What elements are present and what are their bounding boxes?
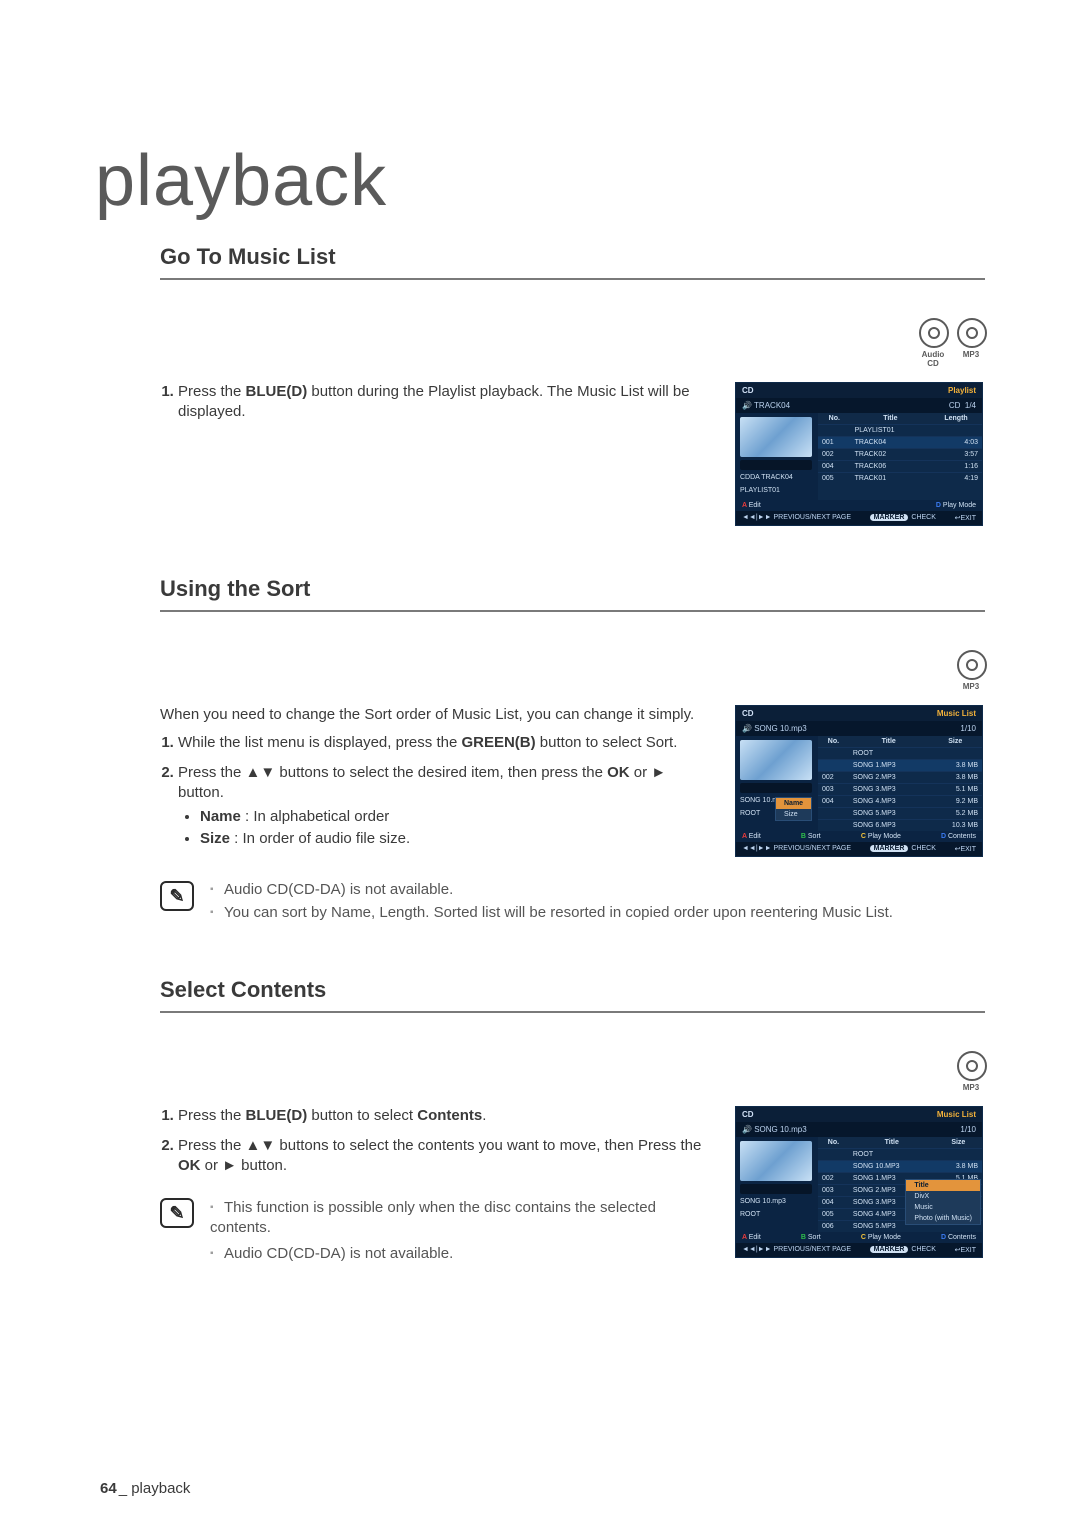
ui-exit: ↩EXIT <box>955 1246 976 1254</box>
disc-badge-audio-cd: Audio CD <box>919 318 947 368</box>
table-row: 001TRACK044:03 <box>818 437 982 449</box>
step-item: Press the ▲▼ buttons to select the conte… <box>178 1136 707 1176</box>
table-row: SONG 10.MP33.8 MB <box>818 1161 982 1173</box>
ui-foot-sort: Sort <box>801 833 821 840</box>
ui-contents-popup: Title DivX Music Photo (with Music) <box>905 1179 981 1225</box>
ui-counter: 1/10 <box>960 1125 976 1134</box>
heading-using-the-sort: Using the Sort <box>160 576 985 612</box>
ui-current-track: 🔊 SONG 10.mp3 <box>742 724 807 733</box>
ui-exit: ↩EXIT <box>955 845 976 853</box>
ui-info-folder: ROOT <box>740 1210 814 1220</box>
ui-source: CD <box>742 386 754 395</box>
disc-badge-mp3: MP3 <box>957 650 985 691</box>
ui-track-table: No. Title Length PLAYLIST01 001TRACK044:… <box>818 413 982 484</box>
table-row: SONG 5.MP35.2 MB <box>818 808 982 820</box>
heading-select-contents: Select Contents <box>160 977 985 1013</box>
ui-counter: 1/10 <box>960 724 976 733</box>
ui-foot-playmode: Play Mode <box>936 502 976 509</box>
popup-item: DivX <box>906 1191 980 1202</box>
step-item: Press the ▲▼ buttons to select the desir… <box>178 763 707 849</box>
ui-exit: ↩EXIT <box>955 514 976 522</box>
ui-current-track: 🔊 SONG 10.mp3 <box>742 1125 807 1134</box>
note-item: Audio CD(CD-DA) is not available. <box>210 1244 707 1264</box>
note-item: Audio CD(CD-DA) is not available. <box>210 881 893 898</box>
table-row: ROOT <box>818 1149 982 1161</box>
ui-progress-bar <box>740 460 812 470</box>
ui-playlist-screenshot: CD Playlist 🔊 TRACK04 CD 1/4 CDDA TRACK0… <box>735 382 983 526</box>
ui-foot-contents: Contents <box>941 833 976 840</box>
ui-foot-contents: Contents <box>941 1234 976 1241</box>
intro-text: When you need to change the Sort order o… <box>160 705 707 725</box>
ui-prevnext: ◄◄|►► PREVIOUS/NEXT PAGE <box>742 514 851 522</box>
step-item: Press the BLUE(D) button during the Play… <box>178 382 707 422</box>
step-item: Press the BLUE(D) button to select Conte… <box>178 1106 707 1126</box>
table-row: 002TRACK023:57 <box>818 449 982 461</box>
ui-marker: MARKERCHECK <box>870 845 936 853</box>
heading-go-to-music-list: Go To Music List <box>160 244 985 280</box>
disc-badge-mp3: MP3 <box>957 1051 985 1092</box>
ui-sort-screenshot: CD Music List 🔊 SONG 10.mp3 1/10 SONG 10… <box>735 705 983 857</box>
chapter-title: playback <box>95 140 985 222</box>
popup-item: Name <box>776 798 811 809</box>
note-icon: ✎ <box>160 881 194 911</box>
ui-title: Playlist <box>948 386 976 395</box>
ui-marker: MARKERCHECK <box>870 514 936 522</box>
ui-counter: CD 1/4 <box>949 401 976 410</box>
bullet-item: Name : In alphabetical order <box>200 807 707 827</box>
note-item: This function is possible only when the … <box>210 1198 707 1238</box>
popup-item: Title <box>906 1180 980 1191</box>
ui-source: CD <box>742 709 754 718</box>
note-icon: ✎ <box>160 1198 194 1228</box>
ui-thumbnail <box>740 417 812 457</box>
ui-foot-sort: Sort <box>801 1234 821 1241</box>
table-row: PLAYLIST01 <box>818 425 982 437</box>
table-row: 004TRACK061:16 <box>818 461 982 473</box>
ui-foot-playmode: Play Mode <box>861 1234 901 1241</box>
ui-info-track: SONG 10.mp3 <box>740 1197 814 1207</box>
table-row: SONG 6.MP310.3 MB <box>818 820 982 832</box>
ui-progress-bar <box>740 783 812 793</box>
table-row: 004SONG 4.MP39.2 MB <box>818 796 982 808</box>
popup-item: Size <box>776 809 811 820</box>
page-footer: 64_ playback <box>100 1480 190 1497</box>
note-item: You can sort by Name, Length. Sorted lis… <box>210 904 893 921</box>
ui-thumbnail <box>740 1141 812 1181</box>
ui-thumbnail <box>740 740 812 780</box>
ui-info-playlist: PLAYLIST01 <box>740 486 814 496</box>
table-row: ROOT <box>818 748 982 760</box>
ui-foot-edit: Edit <box>742 833 761 840</box>
table-row: 003SONG 3.MP35.1 MB <box>818 784 982 796</box>
ui-title: Music List <box>937 1110 976 1119</box>
ui-prevnext: ◄◄|►► PREVIOUS/NEXT PAGE <box>742 1246 851 1254</box>
ui-sort-popup: Name Size <box>775 797 812 821</box>
ui-marker: MARKERCHECK <box>870 1246 936 1254</box>
table-row: SONG 1.MP33.8 MB <box>818 760 982 772</box>
ui-foot-edit: Edit <box>742 1234 761 1241</box>
ui-track-table: No.TitleSize ROOT SONG 1.MP33.8 MB 002SO… <box>818 736 982 831</box>
popup-item: Music <box>906 1202 980 1213</box>
bullet-item: Size : In order of audio file size. <box>200 829 707 849</box>
ui-foot-playmode: Play Mode <box>861 833 901 840</box>
step-item: While the list menu is displayed, press … <box>178 733 707 753</box>
ui-current-track: 🔊 TRACK04 <box>742 401 790 410</box>
table-row: 005TRACK014:19 <box>818 473 982 485</box>
popup-item: Photo (with Music) <box>906 1213 980 1224</box>
ui-foot-edit: Edit <box>742 502 761 509</box>
ui-prevnext: ◄◄|►► PREVIOUS/NEXT PAGE <box>742 845 851 853</box>
ui-info-track: CDDA TRACK04 <box>740 473 814 483</box>
disc-badge-mp3: MP3 <box>957 318 985 368</box>
table-row: 002SONG 2.MP33.8 MB <box>818 772 982 784</box>
ui-title: Music List <box>937 709 976 718</box>
ui-source: CD <box>742 1110 754 1119</box>
ui-progress-bar <box>740 1184 812 1194</box>
